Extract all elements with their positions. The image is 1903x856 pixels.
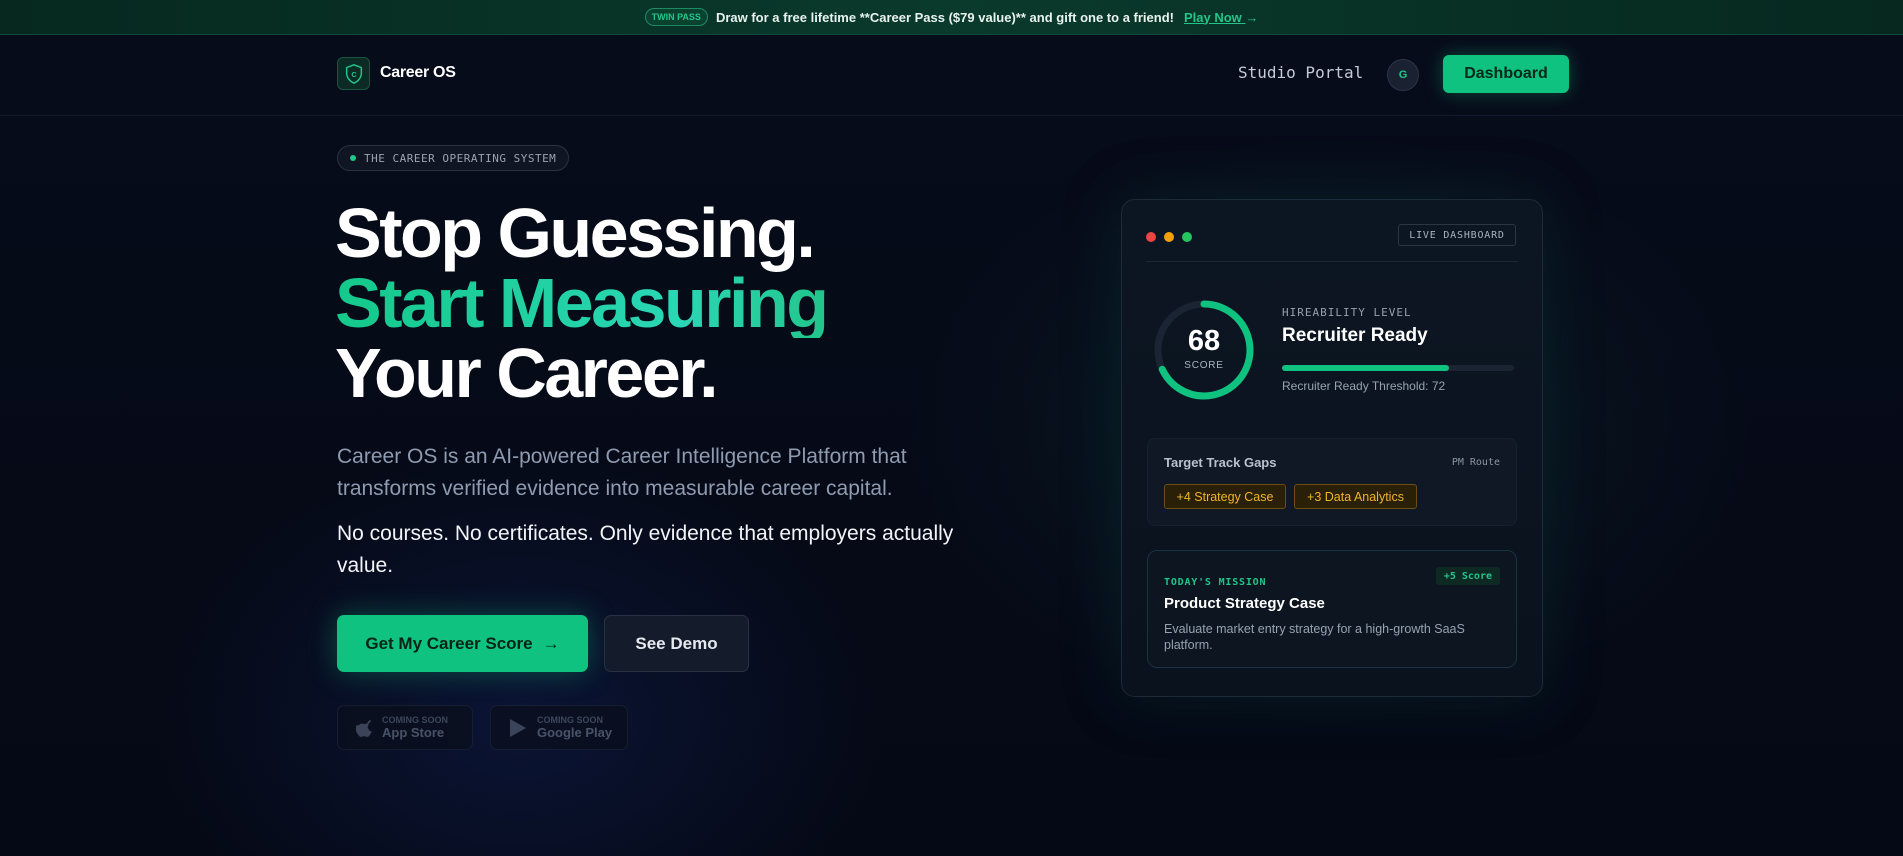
background (0, 0, 1903, 856)
traffic-light-red-icon (1146, 232, 1156, 242)
arrow-right-icon: → (1245, 9, 1259, 25)
hireability-progress-fill (1282, 365, 1450, 371)
app-store-coming-soon: COMING SOON (382, 715, 449, 725)
eyebrow-text: THE CAREER OPERATING SYSTEM (364, 151, 557, 165)
mission-title: Product Strategy Case (1164, 595, 1325, 612)
studio-portal-link[interactable]: Studio Portal (1238, 63, 1363, 82)
app-store-label: App Store (382, 725, 445, 740)
google-play-coming-soon: COMING SOON (537, 715, 604, 725)
logo-letter: C (351, 70, 357, 79)
hireability-progress-bar (1282, 365, 1514, 371)
headline-line-2: Start Measuring (335, 264, 829, 342)
brand-name[interactable]: Career OS (380, 64, 456, 82)
play-now-label[interactable]: Play Now (1184, 10, 1242, 25)
hero-description: Career OS is an AI-powered Career Intell… (337, 445, 907, 500)
mission-tag: TODAY'S MISSION (1164, 577, 1267, 588)
status-dot-icon (350, 155, 356, 161)
live-dashboard-card: LIVE DASHBOARD 68 SCORE HIREABILITY LEVE… (1121, 199, 1543, 697)
gaps-route: PM Route (1451, 457, 1500, 468)
hero-tagline: No courses. No certificates. Only eviden… (337, 522, 954, 577)
hero-eyebrow-pill: THE CAREER OPERATING SYSTEM (337, 145, 569, 171)
arrow-right-icon: → (542, 633, 560, 653)
app-store-text: COMING SOON App Store (382, 715, 448, 740)
hireability-value: Recruiter Ready (1282, 325, 1428, 346)
play-store-icon (510, 718, 526, 737)
shield-icon: C (345, 63, 362, 84)
promo-bar: TWIN PASS Draw for a free lifetime **Car… (0, 0, 1903, 35)
promo-text: Draw for a free lifetime **Career Pass (… (715, 9, 1174, 25)
threshold-text: Recruiter Ready Threshold: 72 (1282, 379, 1446, 393)
dashboard-button[interactable]: Dashboard (1443, 55, 1569, 93)
google-play-badge[interactable]: COMING SOON Google Play (490, 705, 628, 750)
mission-reward-badge: +5 Score (1435, 567, 1500, 585)
app-store-badge[interactable]: COMING SOON App Store (337, 705, 473, 750)
target-track-gaps-panel: Target Track Gaps PM Route +4 Strategy C… (1147, 438, 1517, 526)
gaps-title: Target Track Gaps (1164, 455, 1277, 470)
gap-chip[interactable]: +3 Data Analytics (1294, 484, 1417, 509)
apple-icon (356, 719, 372, 737)
logo-icon[interactable]: C (337, 57, 370, 90)
get-career-score-label[interactable]: Get My Career Score (365, 634, 532, 654)
google-play-label: Google Play (537, 725, 613, 740)
avatar[interactable]: G (1387, 59, 1419, 91)
play-now-link[interactable]: Play Now → (1184, 10, 1258, 25)
hireability-label: HIREABILITY LEVEL (1282, 306, 1412, 319)
top-nav: C Career OS Studio Portal G Dashboard (0, 35, 1903, 116)
score-label: SCORE (1184, 360, 1224, 371)
traffic-light-yellow-icon (1164, 232, 1174, 242)
get-career-score-button[interactable]: Get My Career Score → (337, 615, 588, 672)
headline-line-1: Stop Guessing. (335, 194, 816, 272)
gap-chip[interactable]: +4 Strategy Case (1164, 484, 1286, 509)
live-dashboard-badge: LIVE DASHBOARD (1398, 224, 1516, 246)
hero-headline: Stop Guessing. Start Measuring Your Care… (335, 194, 829, 412)
google-play-text: COMING SOON Google Play (537, 715, 612, 740)
todays-mission-panel[interactable]: TODAY'S MISSION +5 Score Product Strateg… (1147, 550, 1517, 668)
score-value: 68 (1187, 325, 1221, 357)
traffic-light-green-icon (1182, 232, 1192, 242)
promo-badge: TWIN PASS (644, 8, 708, 26)
see-demo-button[interactable]: See Demo (604, 615, 749, 672)
card-divider (1146, 261, 1518, 262)
mission-description: Evaluate market entry strategy for a hig… (1164, 622, 1465, 652)
headline-line-3: Your Career. (335, 334, 719, 412)
